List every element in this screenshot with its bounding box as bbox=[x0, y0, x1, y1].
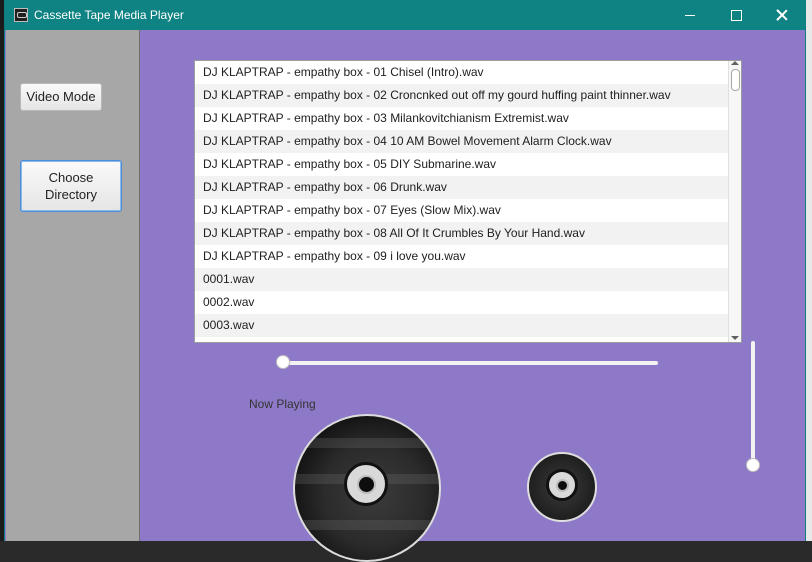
maximize-button[interactable] bbox=[713, 0, 759, 30]
reel-texture bbox=[295, 520, 439, 530]
close-icon bbox=[776, 9, 788, 21]
playlist-item[interactable]: DJ KLAPTRAP - empathy box - 01 Chisel (I… bbox=[195, 61, 741, 84]
volume-slider-track[interactable] bbox=[751, 341, 755, 465]
volume-slider-thumb[interactable] bbox=[746, 458, 760, 472]
playlist-item[interactable]: DJ KLAPTRAP - empathy box - 04 10 AM Bow… bbox=[195, 130, 741, 153]
playlist-scrollbar[interactable] bbox=[728, 61, 741, 342]
choose-directory-button[interactable]: Choose Directory bbox=[20, 160, 122, 212]
playlist-item[interactable]: DJ KLAPTRAP - empathy box - 02 Croncnked… bbox=[195, 84, 741, 107]
seek-slider-track[interactable] bbox=[282, 361, 658, 365]
maximize-icon bbox=[730, 9, 742, 21]
playlist-item[interactable]: 0002.wav bbox=[195, 291, 741, 314]
seek-slider-thumb[interactable] bbox=[276, 355, 290, 369]
close-button[interactable] bbox=[759, 0, 805, 30]
scrollbar-thumb[interactable] bbox=[731, 69, 740, 91]
playlist-item[interactable]: DJ KLAPTRAP - empathy box - 07 Eyes (Slo… bbox=[195, 199, 741, 222]
playlist-item[interactable]: 0003.wav bbox=[195, 314, 741, 337]
playlist-item[interactable]: 0001.wav bbox=[195, 268, 741, 291]
cassette-reel-large bbox=[293, 414, 441, 562]
cassette-reel-small bbox=[527, 452, 597, 522]
playlist-item[interactable]: DJ KLAPTRAP - empathy box - 06 Drunk.wav bbox=[195, 176, 741, 199]
playlist-item[interactable]: DJ KLAPTRAP - empathy box - 09 i love yo… bbox=[195, 245, 741, 268]
title-bar[interactable]: Cassette Tape Media Player bbox=[5, 0, 805, 30]
sidebar: Video Mode Choose Directory bbox=[6, 30, 140, 541]
now-playing-label: Now Playing bbox=[249, 397, 316, 411]
minimize-button[interactable] bbox=[667, 0, 713, 30]
reel-hub bbox=[344, 462, 388, 506]
playlist-item[interactable]: DJ KLAPTRAP - empathy box - 05 DIY Subma… bbox=[195, 153, 741, 176]
minimize-icon bbox=[685, 14, 695, 16]
scroll-up-arrow-icon[interactable] bbox=[731, 61, 739, 65]
reel-hub bbox=[546, 469, 578, 501]
playlist-rows: DJ KLAPTRAP - empathy box - 01 Chisel (I… bbox=[195, 61, 741, 337]
reel-texture bbox=[295, 438, 439, 448]
cassette-icon bbox=[14, 8, 28, 22]
app-window: Cassette Tape Media Player Video Mode Ch… bbox=[4, 0, 806, 562]
choose-directory-label: Choose Directory bbox=[44, 170, 97, 202]
playlist-item[interactable]: DJ KLAPTRAP - empathy box - 08 All Of It… bbox=[195, 222, 741, 245]
window-title: Cassette Tape Media Player bbox=[34, 8, 184, 22]
playlist[interactable]: DJ KLAPTRAP - empathy box - 01 Chisel (I… bbox=[194, 60, 742, 343]
video-mode-button[interactable]: Video Mode bbox=[20, 83, 102, 111]
playlist-item[interactable]: DJ KLAPTRAP - empathy box - 03 Milankovi… bbox=[195, 107, 741, 130]
scroll-down-arrow-icon[interactable] bbox=[731, 336, 739, 340]
